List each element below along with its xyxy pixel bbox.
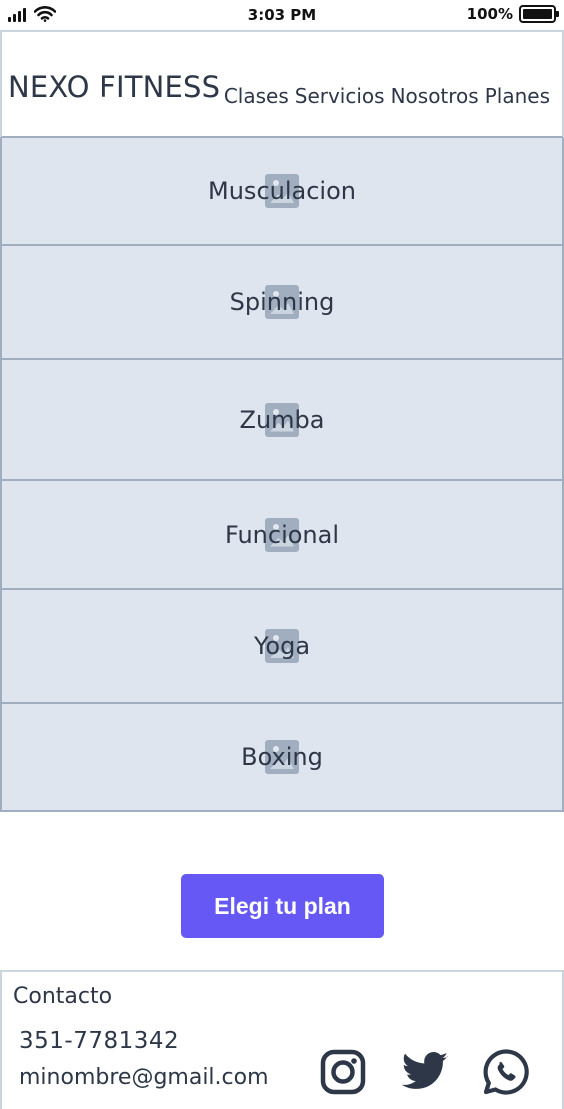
class-card-musculacion[interactable]: Musculacion bbox=[0, 138, 564, 246]
contact-phone[interactable]: 351-7781342 bbox=[19, 1028, 179, 1054]
class-label: Zumba bbox=[239, 405, 325, 434]
main-nav: Clases Servicios Nosotros Planes bbox=[224, 84, 550, 108]
class-card-yoga[interactable]: Yoga bbox=[0, 590, 564, 704]
class-label: Boxing bbox=[241, 743, 323, 771]
class-card-funcional[interactable]: Funcional bbox=[0, 481, 564, 590]
brand-logo[interactable]: NEXO FITNESS bbox=[8, 70, 220, 104]
class-label: Funcional bbox=[224, 520, 340, 549]
battery-fill bbox=[523, 9, 552, 19]
nav-item-servicios[interactable]: Servicios bbox=[295, 84, 385, 108]
site-header: NEXO FITNESS Clases Servicios Nosotros P… bbox=[0, 30, 564, 138]
class-label: Musculacion bbox=[208, 177, 356, 205]
nav-item-clases[interactable]: Clases bbox=[224, 84, 289, 108]
twitter-icon[interactable] bbox=[400, 1047, 450, 1097]
nav-item-planes[interactable]: Planes bbox=[485, 84, 550, 108]
class-label: Yoga bbox=[253, 632, 311, 660]
nav-item-nosotros[interactable]: Nosotros bbox=[391, 84, 479, 108]
contact-footer: Contacto 351-7781342 minombre@gmail.com bbox=[0, 970, 564, 1109]
class-card-zumba[interactable]: Zumba bbox=[0, 360, 564, 481]
contact-email[interactable]: minombre@gmail.com bbox=[19, 1065, 269, 1090]
class-label: Spinning bbox=[229, 288, 335, 316]
class-card-spinning[interactable]: Spinning bbox=[0, 246, 564, 360]
whatsapp-icon[interactable] bbox=[481, 1047, 531, 1097]
battery-icon bbox=[519, 5, 559, 23]
battery-percent: 100% bbox=[466, 5, 513, 23]
footer-title: Contacto bbox=[13, 984, 113, 1009]
choose-plan-button[interactable]: Elegi tu plan bbox=[181, 874, 384, 938]
class-card-boxing[interactable]: Boxing bbox=[0, 704, 564, 812]
instagram-icon[interactable] bbox=[318, 1047, 368, 1097]
status-bar: 3:03 PM 100% bbox=[0, 0, 564, 30]
status-right: 100% bbox=[466, 5, 559, 23]
classes-list: Musculacion Spinning Zumba Funcional Yog… bbox=[0, 138, 564, 812]
